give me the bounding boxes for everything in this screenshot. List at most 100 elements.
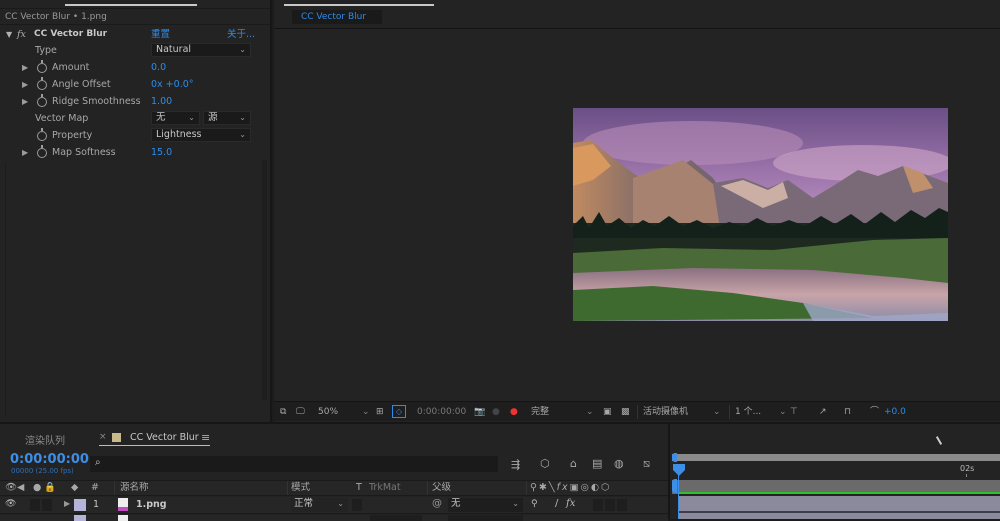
layer-in-handle[interactable] [672,479,677,493]
viewer-timecode[interactable]: 0:00:00:00 [417,405,466,419]
quality-switch-icon[interactable]: / [555,498,558,509]
layer-name[interactable]: 1.png [136,499,167,510]
composition-preview-image[interactable] [573,108,948,321]
toggle-pixel-aspect-icon[interactable]: ⊤ [790,405,798,419]
timeline-toggle-icon[interactable]: ⊓ [844,405,851,419]
monitor-icon[interactable]: 🖵 [296,405,305,419]
transparency-grid-icon[interactable]: ▩ [621,405,630,419]
lock-toggle[interactable] [42,499,52,511]
expand-triangle-icon[interactable]: ▶ [22,144,28,161]
zoom-dropdown[interactable]: 50% ⌄ [318,405,374,419]
vector-map-source-dropdown[interactable]: 源 ⌄ [203,111,251,125]
channel-rgb-icon[interactable]: ● [510,405,518,419]
column-mode[interactable]: 模式 [291,481,310,495]
snapshot-camera-icon[interactable]: 📷 [474,405,485,419]
blend-mode-dropdown[interactable]: 正常 ⌄ [291,498,348,512]
column-source-name[interactable]: 源名称 [120,481,149,495]
comp-flowchart-icon[interactable]: ⇶ [511,458,520,471]
panel-menu-icon[interactable]: ≡ [201,431,210,444]
angle-offset-value[interactable]: 0x +0.0° [151,76,194,93]
switch-box[interactable] [593,499,603,511]
fx-icon[interactable]: fx [17,26,26,43]
layer-label-color[interactable] [74,515,86,521]
column-trkmat[interactable]: TrkMat [369,481,401,495]
stopwatch-icon[interactable] [37,128,47,141]
playhead-handle[interactable] [673,464,685,476]
expand-triangle-icon[interactable]: ▶ [22,93,28,110]
layer-row[interactable] [0,515,668,521]
parent-dropdown[interactable]: 无 ⌄ [448,498,523,512]
layer-duration-bar[interactable] [678,496,1000,512]
column-number[interactable]: # [91,481,99,495]
visibility-eye-icon[interactable]: 👁 [5,499,16,509]
graph-editor-icon[interactable]: ⧅ [643,457,650,471]
always-preview-icon[interactable]: ⧉ [280,405,286,419]
video-toggle-icon[interactable]: 👁 [5,481,17,495]
resolution-dropdown[interactable]: 完整 ⌄ [531,405,596,419]
solo-icon[interactable]: ● [33,481,41,495]
stopwatch-icon[interactable] [37,145,47,158]
fast-previews-icon[interactable]: ↗ [819,405,827,419]
views-dropdown[interactable]: 1 个... ⌄ [735,405,787,419]
timeline-comp-tab[interactable]: CC Vector Blur [130,432,199,443]
map-softness-value[interactable]: 15.0 [151,144,172,161]
expand-triangle-icon[interactable]: ▶ [22,76,28,93]
property-row-property: Property Lightness ⌄ [0,127,262,144]
column-parent[interactable]: 父级 [432,481,451,495]
label-tag-icon[interactable]: ◆ [71,481,78,495]
exposure-value[interactable]: +0.0 [884,405,906,419]
layer-search-input[interactable]: ⌕ [90,456,498,472]
amount-value[interactable]: 0.0 [151,59,166,76]
layer-row[interactable]: 👁 ▶ 1 1.png 正常 ⌄ @ 无 ⌄ ⚲ / fx [0,497,668,514]
stopwatch-icon[interactable] [37,77,47,90]
audio-toggle[interactable] [30,499,40,511]
property-dropdown[interactable]: Lightness ⌄ [151,128,251,142]
type-dropdown[interactable]: Natural ⌄ [151,43,251,57]
property-label: Map Softness [52,147,116,158]
playhead-line[interactable] [678,464,679,519]
shy-switch-icon[interactable]: ⚲ [531,499,538,509]
lock-icon[interactable]: 🔒 [44,481,56,495]
preserve-transparency-toggle[interactable] [352,499,362,511]
draft-3d-icon[interactable]: ⬡ [540,457,550,470]
work-area-start-handle[interactable] [672,453,677,462]
expand-triangle-icon[interactable]: ▶ [64,499,70,508]
frame-blending-icon[interactable]: ▤ [592,457,602,470]
motion-blur-icon[interactable]: ◍ [614,457,624,470]
parent-dropdown[interactable] [448,515,523,521]
layer-label-color[interactable] [74,499,86,511]
audio-toggle-icon[interactable]: ◀ [17,481,24,495]
about-link[interactable]: 关于... [227,26,255,43]
switch-box[interactable] [617,499,627,511]
stopwatch-icon[interactable] [37,94,47,107]
switch-box[interactable] [605,499,615,511]
region-of-interest-icon[interactable]: ▣ [603,405,612,419]
effects-switch-icon[interactable]: fx [566,498,575,509]
show-snapshot-icon[interactable]: ● [492,405,500,419]
render-queue-tab[interactable]: 渲染队列 [25,432,65,447]
exposure-reset-icon[interactable]: ⌒ [870,405,879,419]
resolution-grid-icon[interactable]: ⊞ [376,405,384,419]
pick-whip-icon[interactable]: @ [432,498,442,509]
close-tab-icon[interactable]: × [99,432,107,442]
collapse-triangle-icon[interactable]: ▼ [6,26,12,43]
expand-triangle-icon[interactable]: ▶ [22,59,28,76]
chevron-down-icon: ⌄ [188,113,195,122]
divider [729,405,730,419]
current-time-display[interactable]: 0:00:00:00 [10,452,89,467]
reset-link[interactable]: 重置 [151,26,170,43]
layer-duration-bar[interactable] [678,513,1000,519]
camera-dropdown[interactable]: 活动摄像机 ⌄ [643,405,725,419]
work-area-bar[interactable] [672,454,1000,461]
stopwatch-icon[interactable] [37,60,47,73]
effect-header-row[interactable]: ▼ fx CC Vector Blur 重置 关于... [0,26,262,43]
vector-map-layer-dropdown[interactable]: 无 ⌄ [151,111,200,125]
scrollbar-track[interactable] [262,160,267,400]
toggle-mask-icon[interactable]: ◇ [392,405,406,418]
shy-layers-icon[interactable]: ⌂ [570,457,577,470]
trkmat-dropdown[interactable] [370,515,422,521]
ridge-smoothness-value[interactable]: 1.00 [151,93,172,110]
layer-switches-icons[interactable]: ⚲✱╲fx▣◎◐⬡ [530,481,611,495]
composition-tab[interactable]: CC Vector Blur [292,10,382,24]
column-t[interactable]: T [356,481,362,495]
